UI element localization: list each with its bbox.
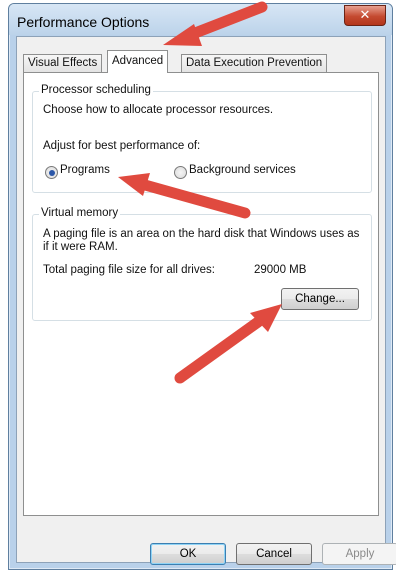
close-button[interactable]: ✕ [344,5,386,26]
title-bar[interactable]: Performance Options ✕ [9,4,392,35]
tab-visual-effects[interactable]: Visual Effects [23,54,103,72]
total-paging-size-label: Total paging file size for all drives: [43,264,215,276]
dialog-client-area: Visual Effects Advanced Data Execution P… [16,36,396,565]
ok-button[interactable]: OK [150,543,226,565]
programs-radio[interactable] [45,166,58,179]
tab-data-execution-prevention[interactable]: Data Execution Prevention [181,54,328,72]
advanced-tab-panel: Processor scheduling Choose how to alloc… [23,72,379,516]
background-services-radio-label[interactable]: Background services [189,164,296,176]
virtual-memory-description-line2: if it were RAM. [43,241,118,253]
window-title: Performance Options [17,14,150,30]
virtual-memory-description-line1: A paging file is an area on the hard dis… [43,228,360,240]
change-button[interactable]: Change... [281,288,359,310]
background-services-radio[interactable] [174,166,187,179]
tab-advanced[interactable]: Advanced [107,50,169,73]
performance-options-window: Performance Options ✕ Visual Effects Adv… [8,3,396,570]
programs-radio-label[interactable]: Programs [60,164,110,176]
processor-scheduling-group: Processor scheduling Choose how to alloc… [32,84,372,193]
processor-scheduling-label: Processor scheduling [39,84,153,96]
processor-scheduling-description: Choose how to allocate processor resourc… [43,104,274,116]
cancel-button[interactable]: Cancel [236,543,312,565]
apply-button[interactable]: Apply [322,543,396,565]
virtual-memory-label: Virtual memory [39,207,121,219]
total-paging-size-value: 29000 MB [254,264,307,276]
adjust-performance-label: Adjust for best performance of: [43,140,201,152]
virtual-memory-group: Virtual memory A paging file is an area … [32,207,372,321]
